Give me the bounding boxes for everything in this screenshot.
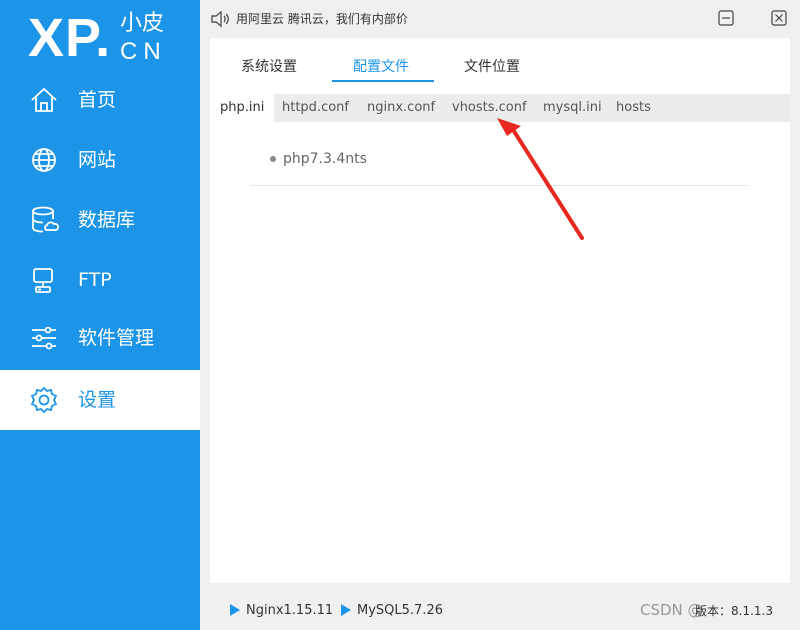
active-tab-indicator [332,80,434,82]
close-icon[interactable] [770,9,788,27]
sidebar-item-label: 首页 [78,89,117,111]
sidebar-item-label: 设置 [78,389,117,411]
version-label: 版本：8.1.1.3 [695,604,773,618]
sidebar-item-label: FTP [78,269,112,291]
home-icon [31,87,57,112]
logo-suffix: CN [120,38,167,65]
play-icon[interactable] [230,604,240,616]
sidebar: XP. 小皮 CN 首页 网站 数据库 FTP 软件管理 设置 [0,0,200,630]
subtab-mysql-ini[interactable]: mysql.ini [533,94,612,122]
subtab-httpd-conf[interactable]: httpd.conf [272,94,359,122]
php-version-label: php7.3.4nts [283,151,367,167]
logo-text: XP. [28,8,112,68]
sliders-icon [32,326,56,350]
settings-panel: 系统设置 配置文件 文件位置 php.ini httpd.conf nginx.… [210,38,790,583]
database-icon [32,206,59,233]
statusbar: Nginx1.15.11 MySQL5.7.26 CSDN @ 版本：8.1.1… [200,592,800,630]
subtab-hosts[interactable]: hosts [606,94,661,122]
speaker-icon [211,10,229,28]
logo: XP. 小皮 CN [28,8,198,70]
settings-tabs: 系统设置 配置文件 文件位置 [210,56,790,86]
sidebar-item-settings[interactable]: 设置 [0,370,200,430]
sidebar-item-software[interactable]: 软件管理 [0,308,200,368]
service-nginx[interactable]: Nginx1.15.11 [246,603,333,619]
subtab-vhosts-conf[interactable]: vhosts.conf [442,94,537,122]
watermark: CSDN @ [640,601,703,619]
service-mysql[interactable]: MySQL5.7.26 [357,603,443,619]
logo-subtitle: 小皮 [120,11,165,36]
promo-notice[interactable]: 用阿里云 腾讯云，我们有内部价 [236,11,408,27]
sidebar-item-database[interactable]: 数据库 [0,190,200,250]
sidebar-item-label: 网站 [78,149,117,171]
tab-system-settings[interactable]: 系统设置 [241,56,297,78]
list-item[interactable]: php7.3.4nts [250,148,748,186]
subtab-php-ini[interactable]: php.ini [210,94,275,122]
titlebar: 用阿里云 腾讯云，我们有内部价 [200,0,800,38]
globe-icon [32,148,56,172]
minimize-icon[interactable] [717,9,735,27]
subtab-nginx-conf[interactable]: nginx.conf [357,94,445,122]
sidebar-item-label: 软件管理 [78,327,155,349]
config-file-tabs: php.ini httpd.conf nginx.conf vhosts.con… [210,94,790,122]
play-icon[interactable] [341,604,351,616]
sidebar-item-home[interactable]: 首页 [0,70,200,130]
tab-file-locations[interactable]: 文件位置 [464,56,520,78]
gear-icon [30,386,58,414]
bullet-icon [270,156,276,162]
sidebar-item-website[interactable]: 网站 [0,130,200,190]
tab-config-files[interactable]: 配置文件 [353,56,409,78]
sidebar-item-label: 数据库 [78,209,136,231]
sidebar-item-ftp[interactable]: FTP [0,250,200,310]
server-icon [33,268,53,293]
